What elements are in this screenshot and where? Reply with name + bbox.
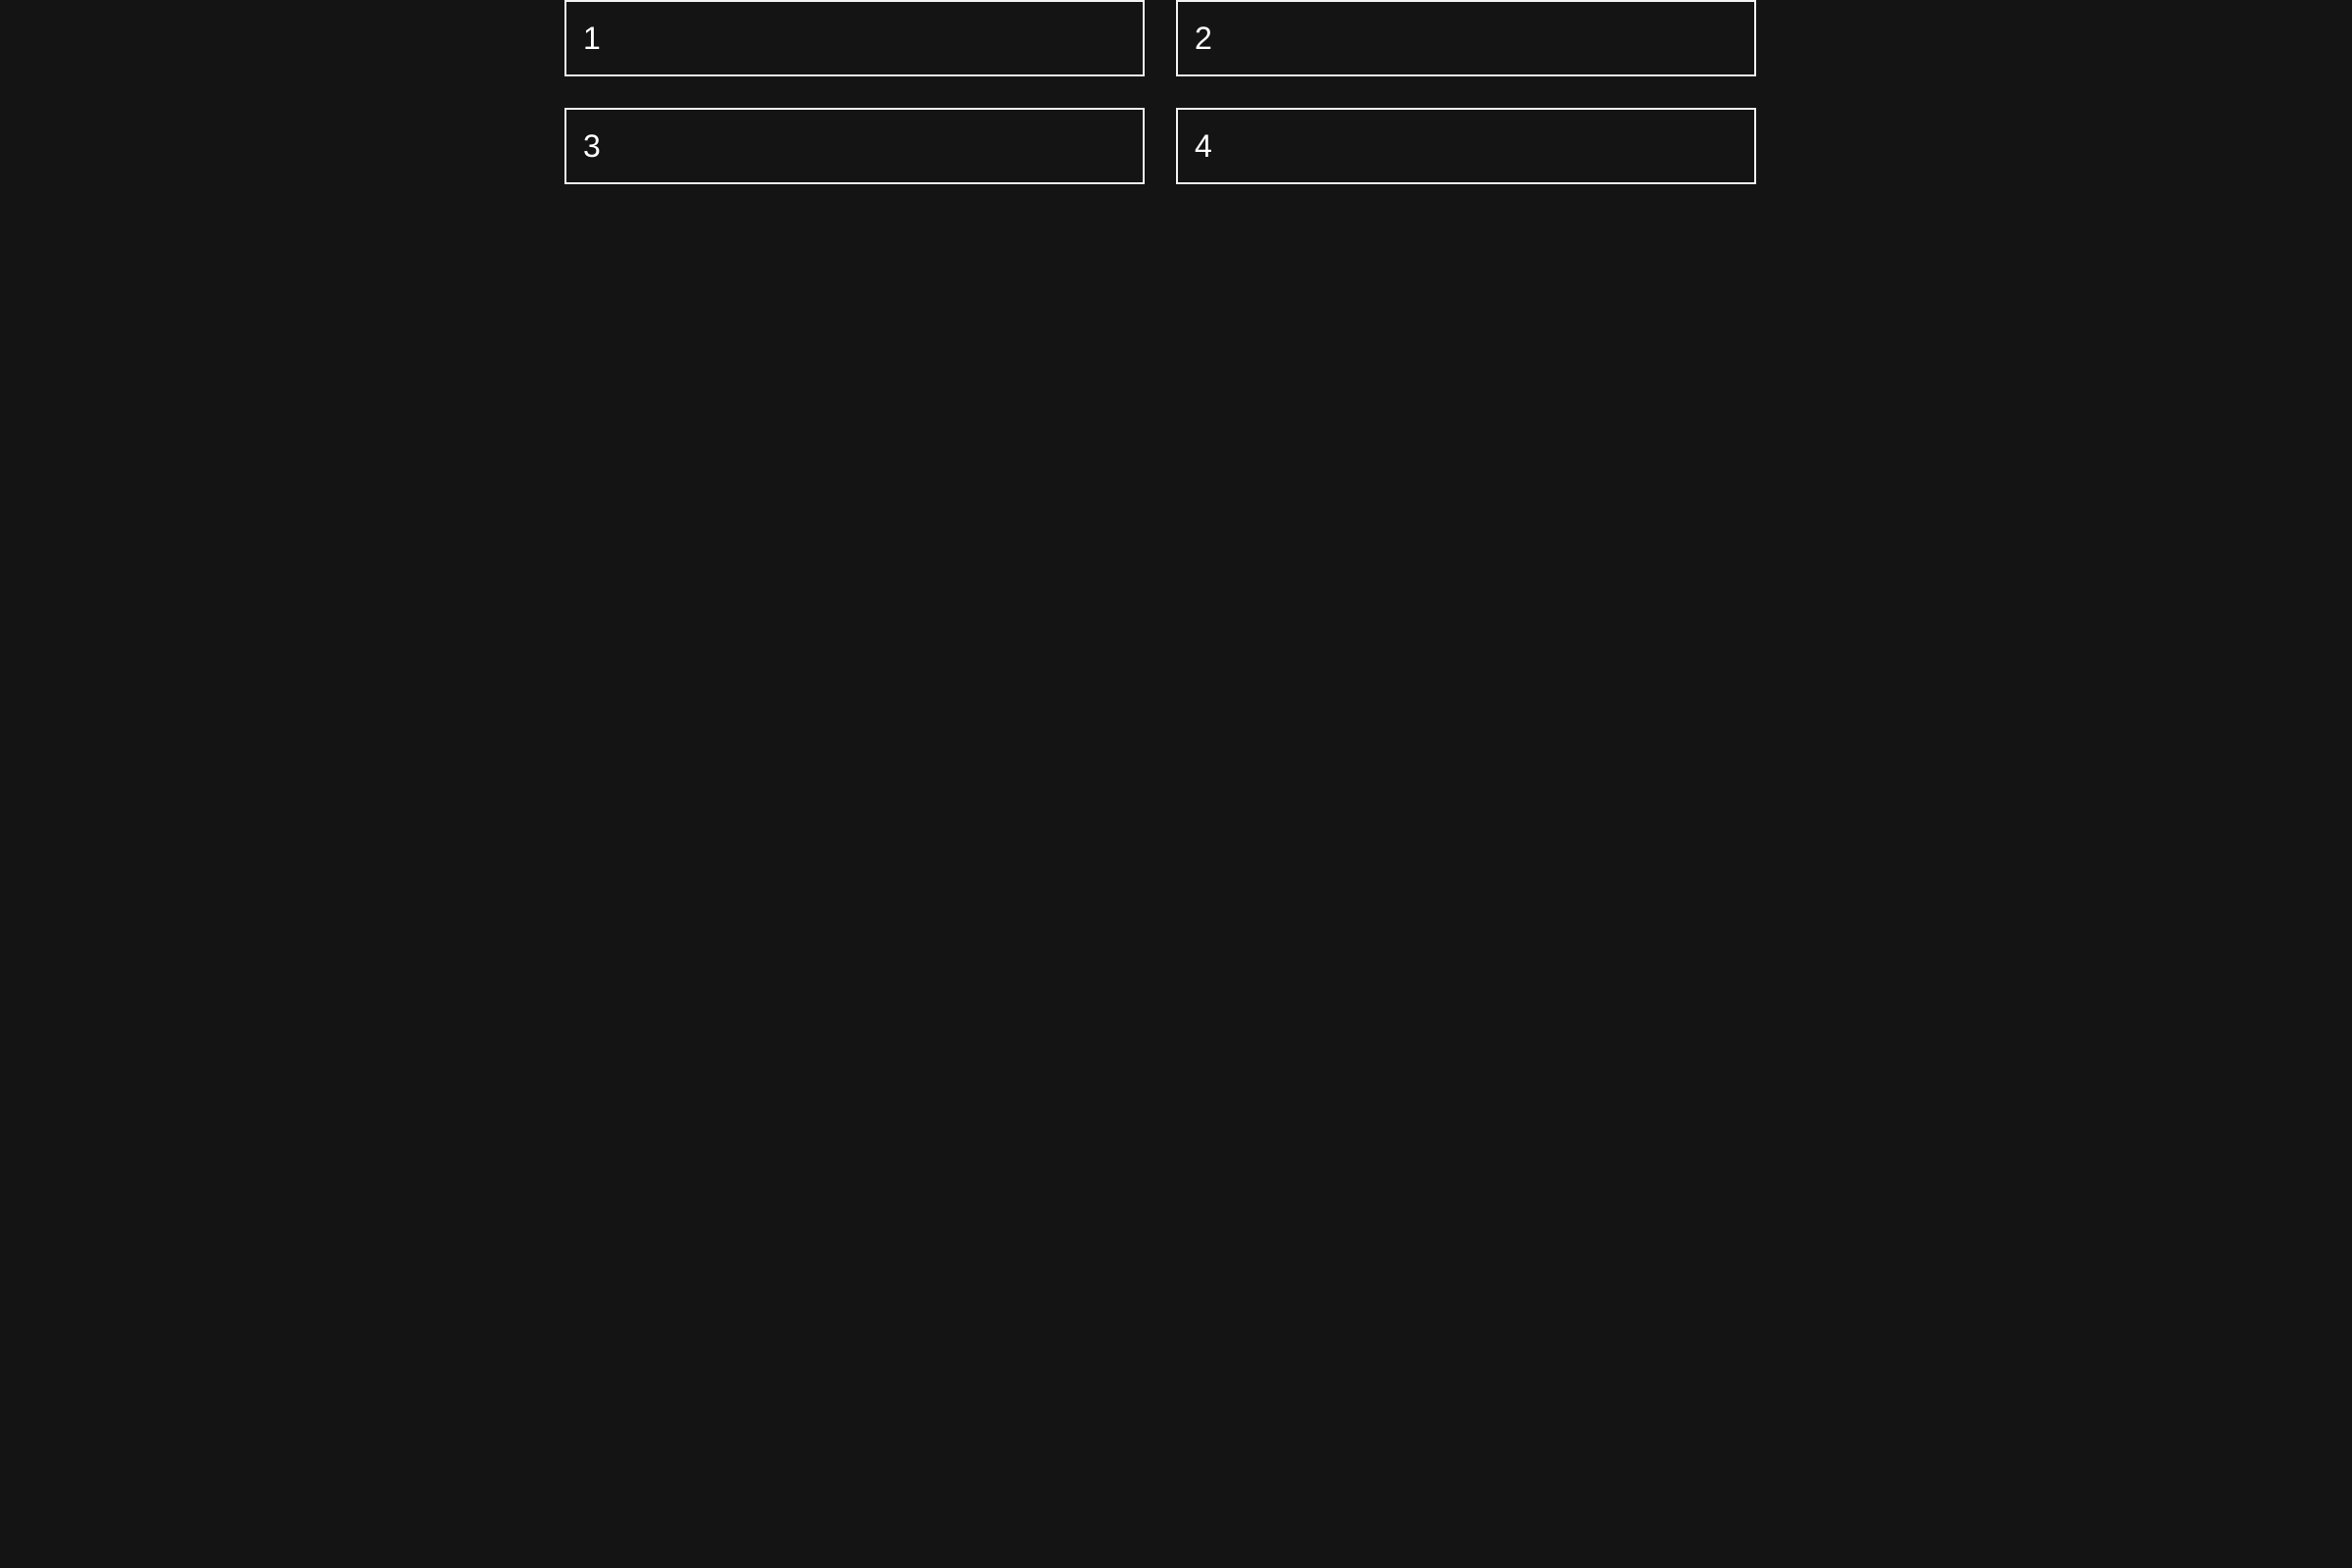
tile-label: 2	[1195, 21, 1212, 56]
tile-label: 4	[1195, 128, 1212, 164]
tile-2[interactable]: 2	[1176, 0, 1756, 76]
tile-1[interactable]: 1	[564, 0, 1145, 76]
tile-label: 1	[583, 21, 601, 56]
tile-3[interactable]: 3	[564, 108, 1145, 184]
tile-grid: 1 2 3 4	[564, 0, 1756, 184]
tile-4[interactable]: 4	[1176, 108, 1756, 184]
tile-label: 3	[583, 128, 601, 164]
